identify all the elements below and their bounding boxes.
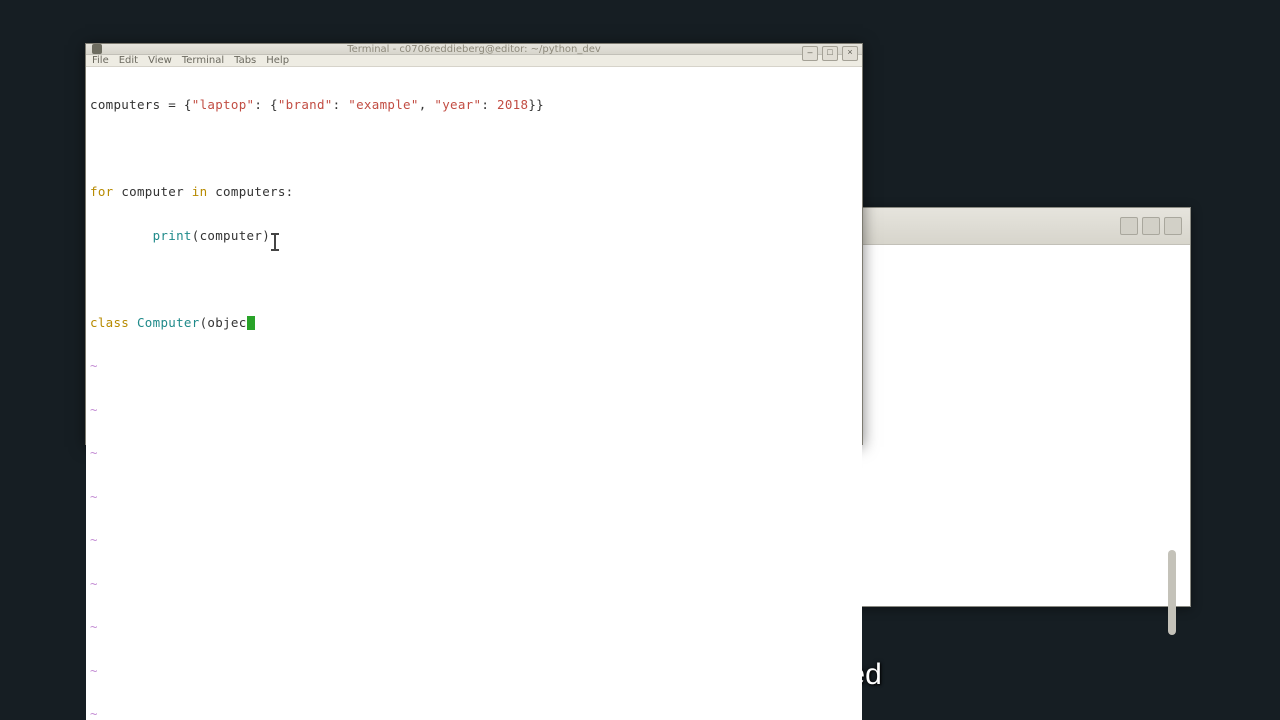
tilde-line: ~ (90, 359, 858, 374)
code-line-blank (90, 272, 858, 287)
string: "laptop" (192, 97, 255, 112)
menu-tabs[interactable]: Tabs (234, 55, 256, 66)
identifier: objec (207, 315, 246, 330)
tilde-line: ~ (90, 664, 858, 679)
string: "example" (348, 97, 418, 112)
scrollbar[interactable] (1168, 550, 1176, 635)
brace: { (270, 97, 278, 112)
paren: ) (262, 228, 270, 243)
tilde-icon: ~ (90, 576, 98, 591)
tilde-line: ~ (90, 707, 858, 720)
code-line-blank (90, 142, 858, 157)
comma: , (419, 97, 435, 112)
tilde-icon: ~ (90, 489, 98, 504)
close-button[interactable] (1164, 217, 1182, 235)
cursor-block: t (247, 316, 255, 331)
tilde-line: ~ (90, 446, 858, 461)
indent (90, 228, 153, 243)
tilde-icon: ~ (90, 402, 98, 417)
tilde-line: ~ (90, 577, 858, 592)
tilde-icon: ~ (90, 532, 98, 547)
brace: { (184, 97, 192, 112)
paren: ( (192, 228, 200, 243)
code-line-3: for computer in computers: (90, 185, 858, 200)
maximize-button[interactable]: □ (822, 46, 838, 61)
window-controls: – □ × (802, 46, 858, 61)
tilde-icon: ~ (90, 358, 98, 373)
tilde-line: ~ (90, 533, 858, 548)
builtin-print: print (153, 228, 192, 243)
identifier: computer (121, 184, 184, 199)
space (184, 184, 192, 199)
minimize-button[interactable] (1120, 217, 1138, 235)
window-title: Terminal - c0706reddieberg@editor: ~/pyt… (86, 44, 862, 55)
menu-edit[interactable]: Edit (119, 55, 138, 66)
tilde-line: ~ (90, 490, 858, 505)
operator: = (168, 97, 184, 112)
terminal-window: Terminal - c0706reddieberg@editor: ~/pyt… (85, 43, 863, 445)
tilde-icon: ~ (90, 706, 98, 720)
menu-view[interactable]: View (148, 55, 172, 66)
terminal-titlebar[interactable]: Terminal - c0706reddieberg@editor: ~/pyt… (86, 44, 862, 55)
identifier: computer (200, 228, 263, 243)
editor-area[interactable]: computers = {"laptop": {"brand": "exampl… (86, 67, 862, 720)
menu-file[interactable]: File (92, 55, 109, 66)
string: "year" (434, 97, 481, 112)
maximize-button[interactable] (1142, 217, 1160, 235)
colon: : (333, 97, 349, 112)
keyword-class: class (90, 315, 129, 330)
brace: }} (528, 97, 544, 112)
menu-terminal[interactable]: Terminal (182, 55, 224, 66)
colon: : (481, 97, 497, 112)
code-line-4: print(computer) (90, 229, 858, 244)
colon: : (286, 184, 294, 199)
tilde-icon: ~ (90, 619, 98, 634)
tilde-icon: ~ (90, 445, 98, 460)
string: "brand" (278, 97, 333, 112)
keyword-for: for (90, 184, 113, 199)
tilde-icon: ~ (90, 663, 98, 678)
number: 2018 (497, 97, 528, 112)
colon: : (254, 97, 270, 112)
minimize-button[interactable]: – (802, 46, 818, 61)
identifier: computers (90, 97, 168, 112)
code-line-6: class Computer(object (90, 316, 858, 331)
text-cursor-icon (274, 235, 276, 249)
class-name: Computer (137, 315, 200, 330)
close-button[interactable]: × (842, 46, 858, 61)
space (129, 315, 137, 330)
menu-help[interactable]: Help (266, 55, 289, 66)
keyword-in: in (192, 184, 208, 199)
tilde-line: ~ (90, 620, 858, 635)
tilde-line: ~ (90, 403, 858, 418)
menubar: File Edit View Terminal Tabs Help (86, 55, 862, 67)
code-line-1: computers = {"laptop": {"brand": "exampl… (90, 98, 858, 113)
identifier: computers (215, 184, 285, 199)
